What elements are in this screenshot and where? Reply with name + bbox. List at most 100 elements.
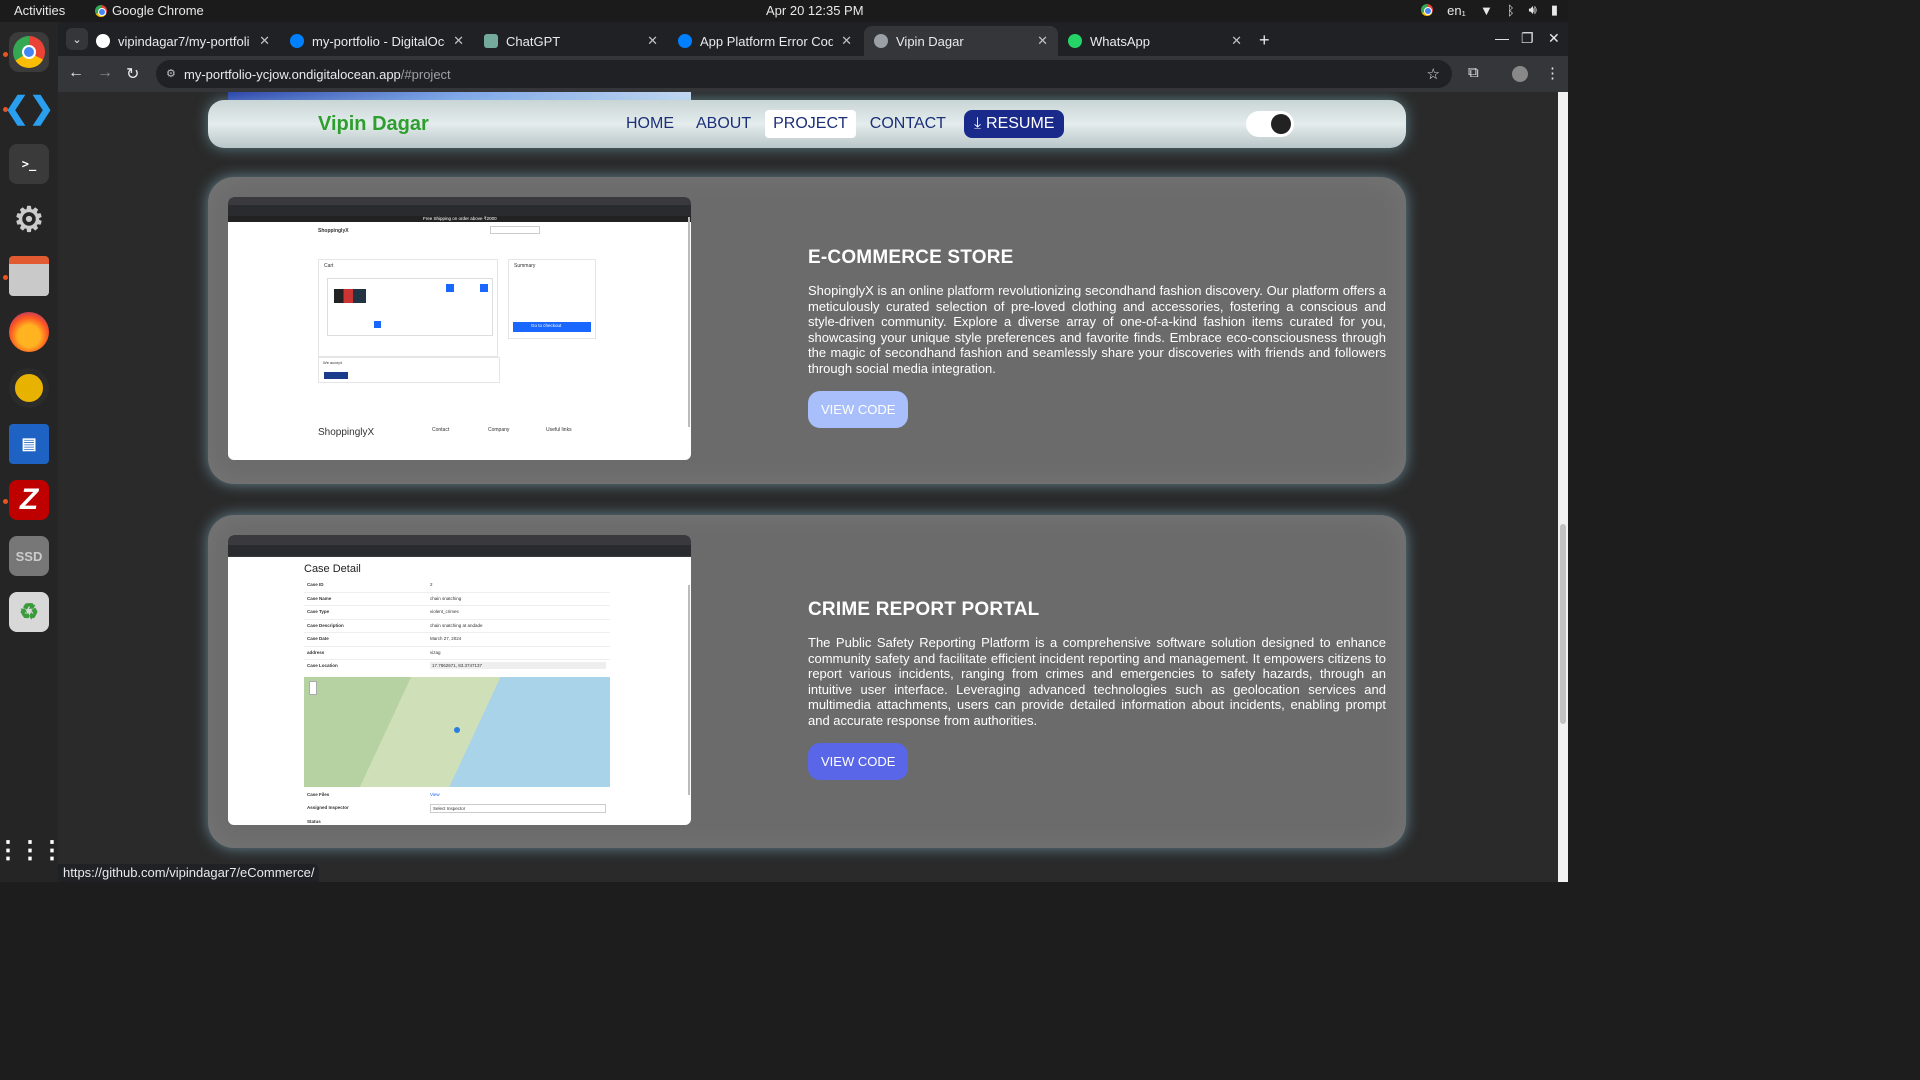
- view-code-button[interactable]: VIEW CODE: [808, 742, 909, 780]
- mini-case-key: Case Name: [307, 595, 332, 601]
- keyboard-layout[interactable]: en₁: [1447, 3, 1466, 18]
- mini-product-image: [334, 289, 366, 303]
- app-menu[interactable]: Google Chrome: [95, 3, 204, 18]
- globe-icon: [874, 34, 888, 48]
- close-tab-icon[interactable]: ✕: [453, 33, 464, 49]
- digitalocean-icon: [290, 34, 304, 48]
- writer-icon[interactable]: ▤: [9, 424, 49, 464]
- browser-tab-active[interactable]: Vipin Dagar ✕: [864, 26, 1058, 56]
- mini-address-bar: [228, 545, 691, 556]
- mini-scrollbar: [688, 217, 690, 427]
- resume-label: RESUME: [986, 115, 1055, 132]
- project-card: Free Shipping on order above ₹2000 Shopp…: [208, 177, 1406, 484]
- site-brand[interactable]: Vipin Dagar: [318, 113, 429, 136]
- mini-case-key: Case Location: [307, 663, 338, 668]
- scrollbar-thumb[interactable]: [1560, 524, 1566, 724]
- project-title: CRIME REPORT PORTAL: [808, 599, 1040, 620]
- chrome-dock-icon[interactable]: [9, 32, 49, 72]
- extensions-icon[interactable]: ⧉: [1468, 64, 1479, 81]
- page-scrollbar[interactable]: [1558, 92, 1568, 882]
- browser-toolbar: ← → ↻ ⚙ my-portfolio-ycjow.ondigitalocea…: [58, 56, 1568, 92]
- mini-case-key: address: [307, 649, 325, 655]
- system-tray[interactable]: en₁ ▼ ᛒ 🔊︎ ▮: [1421, 2, 1558, 18]
- ssd-drive-icon[interactable]: SSD: [9, 536, 49, 576]
- browser-tab[interactable]: WhatsApp ✕: [1058, 26, 1252, 56]
- nav-contact[interactable]: CONTACT: [862, 110, 954, 138]
- close-tab-icon[interactable]: ✕: [1231, 33, 1242, 49]
- chrome-menu-icon[interactable]: ⋮: [1545, 64, 1560, 82]
- files-icon[interactable]: [9, 256, 49, 296]
- mini-footer-brand: ShoppinglyX: [318, 427, 375, 438]
- trash-icon[interactable]: ♻: [9, 592, 49, 632]
- close-tab-icon[interactable]: ✕: [647, 33, 658, 49]
- maximize-icon[interactable]: ❐: [1521, 30, 1534, 47]
- vscode-icon[interactable]: ❮❯: [4, 88, 54, 128]
- close-window-icon[interactable]: ✕: [1548, 30, 1560, 47]
- mini-case-row: Case Date March 27, 2024: [304, 633, 610, 647]
- close-tab-icon[interactable]: ✕: [259, 33, 270, 49]
- nav-home[interactable]: HOME: [618, 110, 682, 138]
- project-screenshot: Free Shipping on order above ₹2000 Shopp…: [228, 197, 691, 460]
- firefox-icon[interactable]: [9, 312, 49, 352]
- volume-icon: 🔊︎: [1528, 2, 1537, 17]
- running-indicator: [3, 52, 8, 57]
- tab-title: my-portfolio - DigitalOce: [312, 33, 446, 49]
- new-tab-button[interactable]: +: [1259, 30, 1270, 51]
- browser-tab[interactable]: my-portfolio - DigitalOce ✕: [280, 26, 474, 56]
- close-tab-icon[interactable]: ✕: [1037, 33, 1048, 49]
- terminal-icon[interactable]: >_: [9, 144, 49, 184]
- mini-case-value: chain snatching: [430, 595, 462, 601]
- reload-icon[interactable]: ↻: [126, 64, 139, 84]
- mini-map: [304, 677, 610, 787]
- clock[interactable]: Apr 20 12:35 PM: [766, 3, 864, 18]
- project-description: ShopinglyX is an online platform revolut…: [808, 283, 1386, 376]
- site-navbar: Vipin Dagar HOME ABOUT PROJECT CONTACT ⤓…: [208, 100, 1406, 148]
- rhythmbox-icon[interactable]: [9, 368, 49, 408]
- project-card: Case Detail Case ID 2 Case Name chain snat…: [208, 515, 1406, 848]
- mini-cart-box: Cart: [318, 259, 498, 357]
- project-text: CRIME REPORT PORTAL The Public Safety Re…: [808, 599, 1386, 780]
- site-info-icon[interactable]: ⚙: [166, 67, 178, 80]
- mini-plus: [480, 284, 488, 292]
- tab-search-icon[interactable]: ⌄: [66, 28, 88, 50]
- mini-footer-col: Company: [488, 427, 510, 433]
- resume-button[interactable]: ⤓ RESUME: [963, 110, 1065, 138]
- nav-project[interactable]: PROJECT: [765, 110, 856, 138]
- forward-icon[interactable]: →: [97, 64, 113, 82]
- chatgpt-icon: [484, 34, 498, 48]
- browser-tab[interactable]: App Platform Error Code ✕: [668, 26, 862, 56]
- back-icon[interactable]: ←: [68, 64, 84, 82]
- mini-address-bar: [228, 205, 691, 216]
- mini-case-value: violent_crimes: [430, 609, 459, 614]
- address-bar[interactable]: ⚙ my-portfolio-ycjow.ondigitalocean.app /…: [156, 60, 1452, 88]
- close-tab-icon[interactable]: ✕: [841, 33, 852, 49]
- mini-case-value: vizag: [430, 649, 441, 655]
- dock: ❮❯ >_ ⚙ ▤ Z SSD ♻ ⋮⋮⋮: [0, 22, 64, 882]
- mini-case-value: chain snatching at andade: [430, 622, 483, 628]
- activities-button[interactable]: Activities: [14, 3, 65, 18]
- mini-visa-card: [324, 372, 348, 379]
- mini-select-inspector: Select Inspector: [430, 804, 606, 813]
- browser-tab[interactable]: vipindagar7/my-portfoli ✕: [86, 26, 280, 56]
- mini-assigned-inspector: Assigned Inspector: [307, 805, 349, 810]
- show-apps-icon[interactable]: ⋮⋮⋮: [0, 830, 64, 870]
- mini-status: Status: [307, 819, 321, 824]
- mini-map-marker: [454, 727, 460, 733]
- mini-case-table: Case ID 2 Case Name chain snatching Case T…: [304, 579, 610, 674]
- filezilla-icon[interactable]: Z: [9, 480, 49, 520]
- mini-cart-item: [327, 278, 493, 336]
- settings-icon[interactable]: ⚙: [9, 200, 49, 240]
- mini-case-key: Case Date: [307, 636, 329, 641]
- profile-avatar[interactable]: [1512, 66, 1528, 82]
- browser-tab[interactable]: ChatGPT ✕: [474, 26, 668, 56]
- theme-toggle[interactable]: [1246, 111, 1294, 137]
- view-code-button[interactable]: VIEW CODE: [808, 390, 909, 428]
- tab-title: Vipin Dagar: [896, 33, 964, 49]
- project-title: E-COMMERCE STORE: [808, 247, 1014, 268]
- mini-case-row: Case Description chain snatching at andad…: [304, 620, 610, 633]
- project-description: The Public Safety Reporting Platform is …: [808, 635, 1386, 728]
- nav-about[interactable]: ABOUT: [688, 110, 759, 138]
- minimize-icon[interactable]: —: [1495, 30, 1509, 46]
- bookmark-star-icon[interactable]: ☆: [1427, 65, 1440, 83]
- github-icon: [96, 34, 110, 48]
